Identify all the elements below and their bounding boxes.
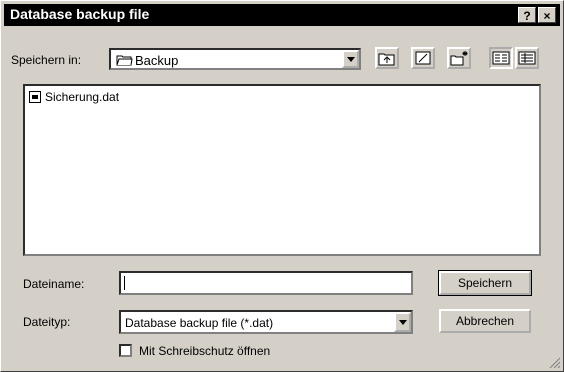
list-view-button[interactable]	[489, 47, 513, 69]
title-bar[interactable]: Database backup file ? ×	[4, 4, 560, 26]
details-view-button[interactable]	[515, 47, 539, 69]
list-item[interactable]: Sicherung.dat	[29, 90, 119, 104]
filetype-dropdown-button[interactable]	[394, 312, 411, 332]
save-dialog: Database backup file ? × Speichern in: B…	[0, 0, 564, 372]
up-one-level-button[interactable]	[375, 47, 399, 69]
filetype-label: Dateityp:	[23, 315, 71, 329]
location-dropdown-button[interactable]	[342, 50, 359, 68]
close-button[interactable]: ×	[538, 7, 556, 23]
desktop-button[interactable]	[411, 47, 435, 69]
chevron-down-icon	[398, 319, 407, 325]
list-view-icon	[492, 51, 510, 65]
up-one-level-icon	[378, 53, 395, 66]
folder-icon	[116, 55, 133, 66]
file-name: Sicherung.dat	[45, 90, 120, 104]
new-folder-button[interactable]	[447, 47, 471, 69]
filename-label: Dateiname:	[23, 277, 85, 291]
location-label: Speichern in:	[11, 53, 82, 67]
chevron-down-icon	[346, 56, 355, 62]
location-combobox[interactable]: Backup	[109, 48, 361, 70]
text-cursor	[124, 276, 125, 290]
details-view-icon	[518, 51, 536, 65]
file-list[interactable]: Sicherung.dat	[23, 84, 541, 256]
new-folder-icon	[450, 51, 468, 66]
desktop-icon	[415, 51, 431, 65]
window-title: Database backup file	[10, 6, 150, 22]
filename-input[interactable]	[119, 271, 413, 295]
filetype-combobox[interactable]: Database backup file (*.dat)	[119, 310, 413, 334]
filetype-value: Database backup file (*.dat)	[125, 316, 274, 330]
location-value: Backup	[135, 53, 179, 68]
readonly-checkbox[interactable]	[119, 344, 132, 357]
save-button[interactable]: Speichern	[438, 270, 532, 296]
readonly-checkbox-label[interactable]: Mit Schreibschutz öffnen	[139, 344, 270, 358]
help-button[interactable]: ?	[518, 7, 536, 23]
file-icon	[29, 91, 41, 103]
cancel-button[interactable]: Abbrechen	[439, 309, 531, 333]
resize-grip-icon[interactable]	[549, 357, 561, 369]
